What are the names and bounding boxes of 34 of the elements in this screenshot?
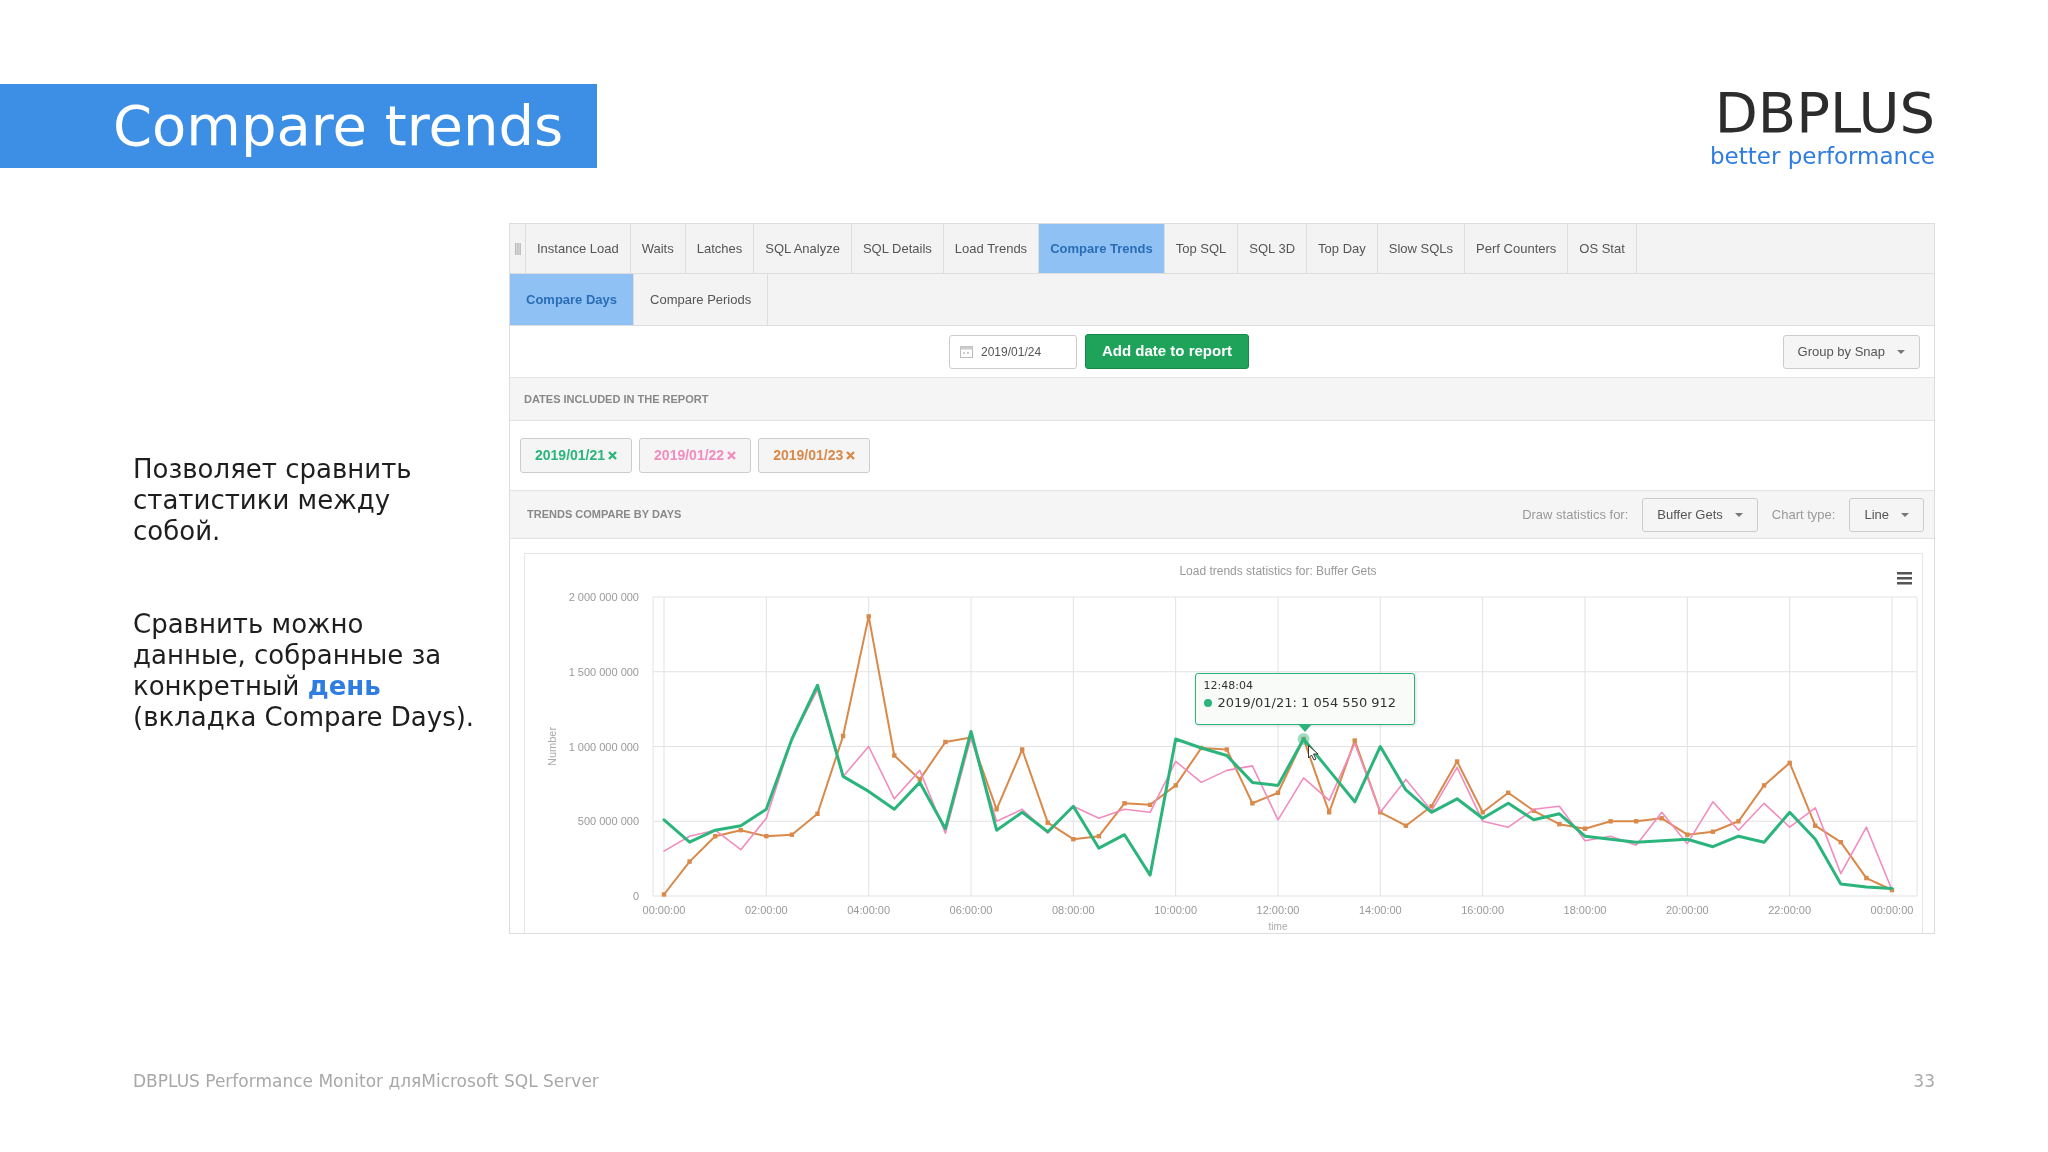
x-tick-label: 20:00:00 [1665,904,1709,916]
paragraph: Сравнить можно данные, собранные за конкретный день (вкладка Compare Days). [133,609,476,733]
footer-text: DBPLUS Performance Monitor дляMicrosoft SQL Server [133,1069,599,1093]
x-tick-label: 04:00:00 [847,904,891,916]
slide-title: Compare trends [0,84,597,168]
y-tick-label: 500 000 000 [577,815,639,828]
page-number: 33 [1913,1069,1935,1093]
logo-name: DBPLUS [1713,84,1935,142]
chart-title: Load trends statistics for: Buffer Gets [1179,564,1377,578]
x-axis-title: time [1268,921,1288,932]
x-tick-label: 00:00:00 [1870,904,1914,916]
x-tick-label: 12:00:00 [1256,904,1300,916]
statistic-label: Draw statistics for: [1522,505,1629,524]
x-tick-label: 10:00:00 [1154,904,1198,916]
y-tick-label: 0 [632,890,639,902]
x-tick-label: 22:00:00 [1768,904,1812,916]
section-header: DATES INCLUDED IN THE REPORT [524,391,709,407]
x-tick-label: 18:00:00 [1563,904,1607,916]
x-tick-label: 08:00:00 [1051,904,1095,916]
y-tick-label: 1 500 000 000 [568,665,639,678]
y-tick-label: 2 000 000 000 [568,591,639,603]
paragraph: Позволяет сравнить статистики между собой. [133,454,413,547]
tooltip-value: 2019/01/21: 1 054 550 912 [1217,694,1397,712]
y-tick-label: 1 000 000 000 [568,740,639,753]
x-tick-label: 02:00:00 [744,904,788,916]
section-header: TRENDS COMPARE BY DAYS [527,507,682,523]
chart-type-label: Chart type: [1771,505,1836,524]
x-tick-label: 14:00:00 [1358,904,1402,916]
tooltip-time: 12:48:04 [1203,679,1254,693]
x-tick-label: 00:00:00 [642,904,686,916]
y-axis-title: Number [546,726,558,767]
x-tick-label: 06:00:00 [949,904,993,916]
logo-tagline: better performance [1710,142,1935,170]
x-tick-label: 16:00:00 [1461,904,1505,916]
